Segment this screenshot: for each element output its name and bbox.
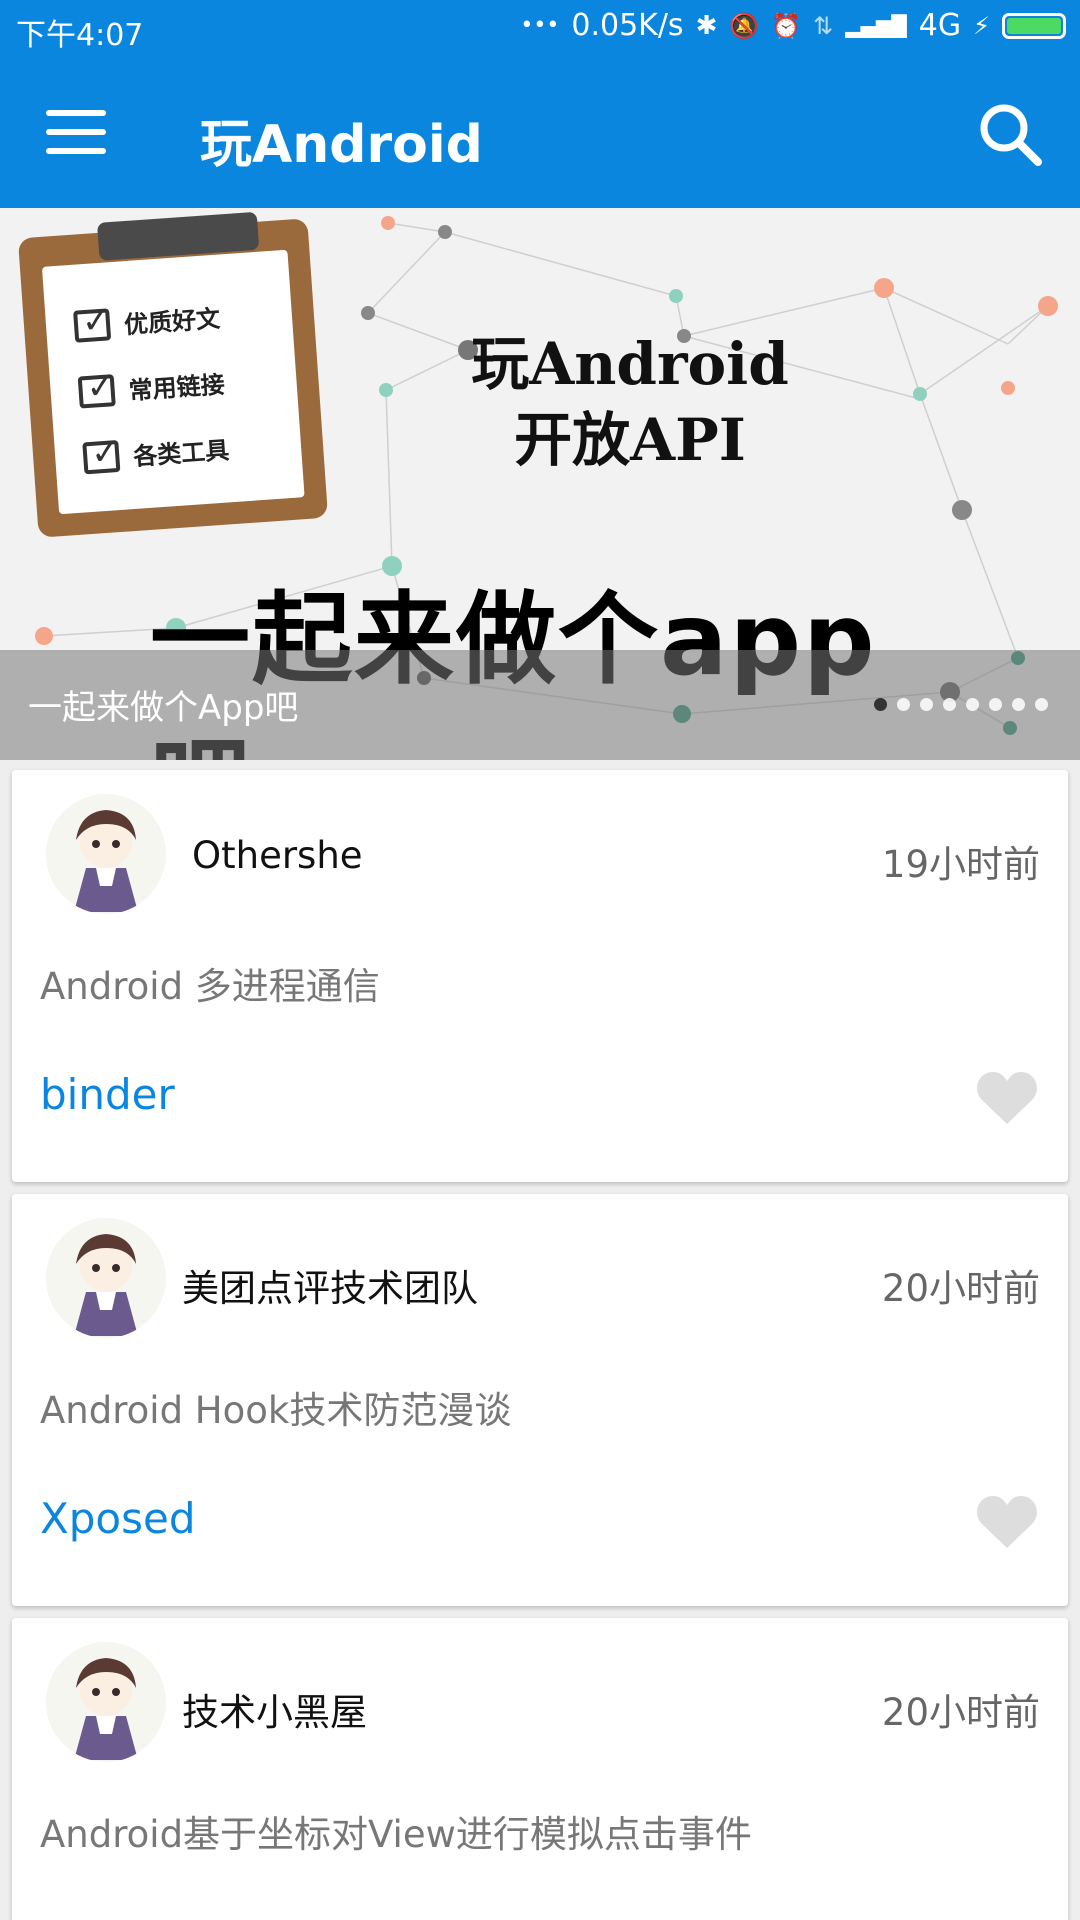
avatar[interactable] xyxy=(46,1642,166,1762)
bluetooth-icon: ✱ xyxy=(695,10,718,41)
status-bar: 下午4:07 ••• 0.05K/s ✱ 🔕 ⏰ ⇅ ▂▄▆█ 4G ⚡ xyxy=(0,0,1080,56)
search-icon[interactable] xyxy=(976,100,1046,170)
post-time: 19小时前 xyxy=(881,843,1040,886)
more-dots-icon: ••• xyxy=(520,13,560,38)
avatar[interactable] xyxy=(46,1218,166,1338)
network-type: 4G xyxy=(918,8,962,43)
article-title[interactable]: Android Hook技术防范漫谈 xyxy=(40,1380,511,1434)
article-title[interactable]: Android基于坐标对View进行模拟点击事件 xyxy=(40,1804,752,1858)
carousel-dot[interactable] xyxy=(920,698,933,711)
banner-carousel[interactable]: 优质好文 常用链接 各类工具 玩Android 开放API 一起来做个app吧 … xyxy=(0,208,1080,760)
banner-headline-line2: 开放API xyxy=(514,406,746,474)
carousel-indicator xyxy=(874,698,1048,711)
carousel-dot[interactable] xyxy=(966,698,979,711)
status-icons: ••• 0.05K/s ✱ 🔕 ⏰ ⇅ ▂▄▆█ 4G ⚡ xyxy=(520,8,1066,43)
clipboard-illustration: 优质好文 常用链接 各类工具 xyxy=(17,211,329,538)
data-activity-icon: ⇅ xyxy=(813,11,834,40)
mute-icon: 🔕 xyxy=(729,11,760,40)
banner-caption: 一起来做个App吧 xyxy=(28,688,299,728)
article-tag[interactable]: Xposed xyxy=(40,1494,196,1543)
banner-caption-bar: 一起来做个App吧 xyxy=(0,650,1080,760)
author-name[interactable]: 美团点评技术团队 xyxy=(182,1258,478,1312)
carousel-dot[interactable] xyxy=(1035,698,1048,711)
article-card[interactable]: 技术小黑屋 20小时前 Android基于坐标对View进行模拟点击事件 xyxy=(12,1618,1068,1920)
banner-headline-line1: 玩Android xyxy=(471,330,789,398)
hamburger-menu-icon[interactable] xyxy=(46,110,106,154)
alarm-icon: ⏰ xyxy=(771,11,802,40)
like-heart-icon[interactable] xyxy=(976,1494,1038,1550)
charging-icon: ⚡ xyxy=(973,11,990,40)
article-title[interactable]: Android 多进程通信 xyxy=(40,956,380,1010)
clipboard-item: 优质好文 xyxy=(123,304,221,340)
carousel-dot[interactable] xyxy=(1012,698,1025,711)
app-title: 玩Android xyxy=(200,115,483,175)
app-bar: 玩Android xyxy=(0,56,1080,208)
clipboard-item: 各类工具 xyxy=(132,436,231,471)
carousel-dot[interactable] xyxy=(989,698,1002,711)
clipboard-item: 常用链接 xyxy=(127,370,226,406)
avatar[interactable] xyxy=(46,794,166,914)
post-time: 20小时前 xyxy=(881,1267,1040,1310)
signal-icon: ▂▄▆█ xyxy=(845,13,907,38)
carousel-dot[interactable] xyxy=(874,698,887,711)
carousel-dot[interactable] xyxy=(943,698,956,711)
battery-icon xyxy=(1002,12,1066,39)
banner-headline: 玩Android 开放API xyxy=(440,326,820,478)
article-card[interactable]: 美团点评技术团队 20小时前 Android Hook技术防范漫谈 Xposed xyxy=(12,1194,1068,1606)
net-speed: 0.05K/s xyxy=(571,8,684,43)
author-name[interactable]: 技术小黑屋 xyxy=(182,1682,367,1736)
status-time: 下午4:07 xyxy=(16,18,144,53)
like-heart-icon[interactable] xyxy=(976,1070,1038,1126)
post-time: 20小时前 xyxy=(881,1691,1040,1734)
article-tag[interactable]: binder xyxy=(40,1070,175,1119)
carousel-dot[interactable] xyxy=(897,698,910,711)
author-name[interactable]: Othershe xyxy=(192,834,363,877)
article-card[interactable]: Othershe 19小时前 Android 多进程通信 binder xyxy=(12,770,1068,1182)
